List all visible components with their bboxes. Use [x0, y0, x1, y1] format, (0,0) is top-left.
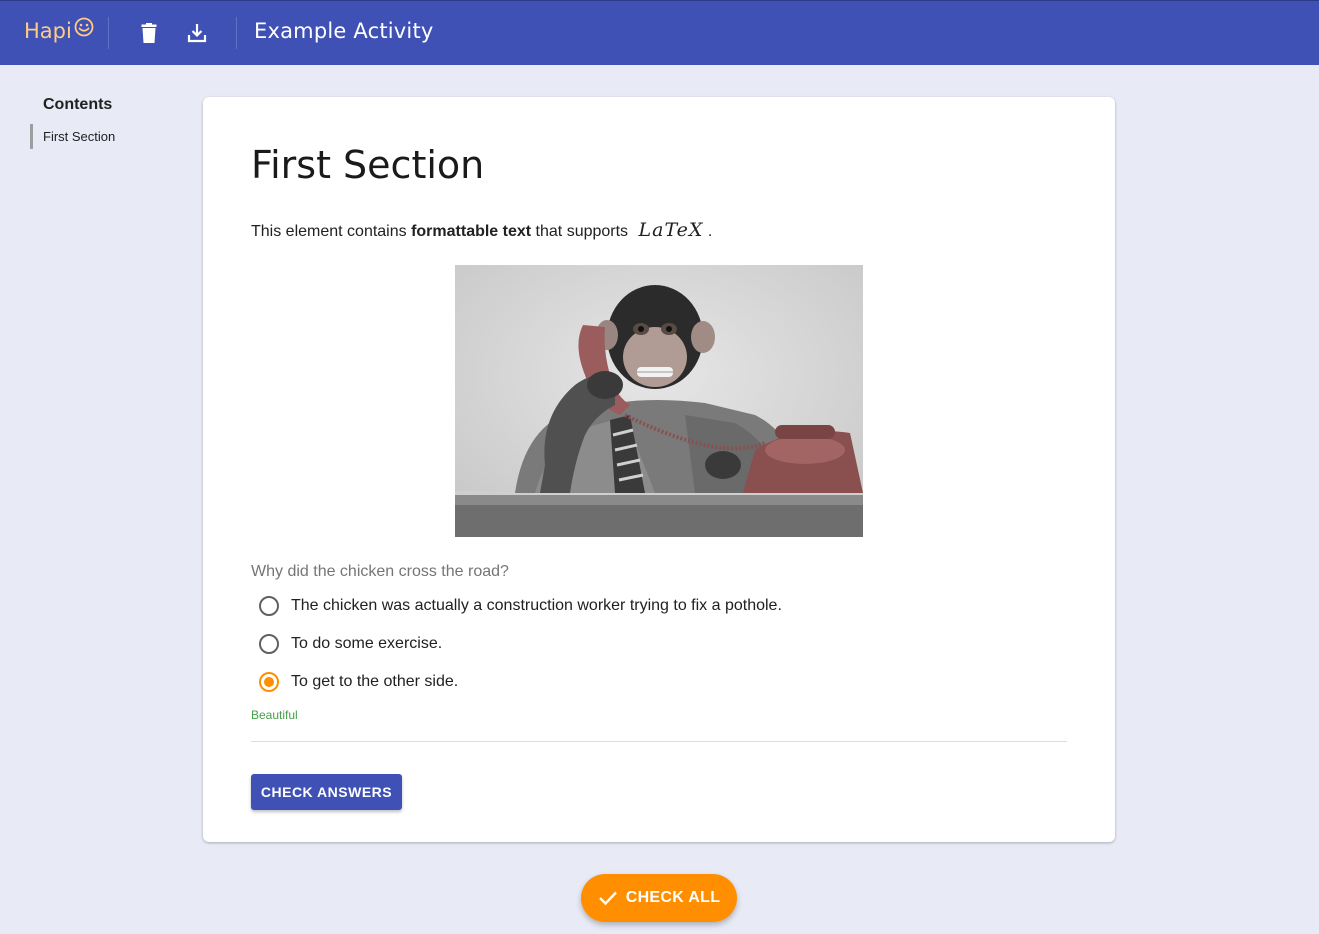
- download-icon: [187, 24, 207, 43]
- toolbar-divider: [236, 17, 237, 49]
- app-logo[interactable]: Hapi: [24, 17, 94, 43]
- answer-options: The chicken was actually a construction …: [259, 587, 782, 701]
- section-card: First Section This element contains form…: [203, 97, 1115, 842]
- toc-title: Contents: [43, 96, 113, 113]
- checkmark-icon: [598, 891, 617, 906]
- answer-option[interactable]: To do some exercise.: [259, 625, 782, 663]
- option-label: To do some exercise.: [291, 635, 443, 652]
- text-before: This element contains: [251, 223, 412, 240]
- radio-button[interactable]: [259, 596, 279, 616]
- radio-button[interactable]: [259, 634, 279, 654]
- option-label: The chicken was actually a construction …: [291, 597, 782, 614]
- divider: [251, 741, 1067, 742]
- question-text: Why did the chicken cross the road?: [251, 563, 509, 580]
- text-bold: formattable text: [411, 223, 532, 240]
- radio-button-checked[interactable]: [259, 672, 279, 692]
- logo-text: Hapi: [24, 19, 72, 43]
- text-after: that supports: [531, 223, 633, 240]
- smiley-face-icon: [74, 17, 94, 37]
- option-label: To get to the other side.: [291, 673, 459, 690]
- answer-feedback: Beautiful: [251, 708, 298, 722]
- section-title: First Section: [251, 143, 485, 187]
- answer-option-selected[interactable]: To get to the other side.: [259, 663, 782, 701]
- answer-option[interactable]: The chicken was actually a construction …: [259, 587, 782, 625]
- table-of-contents: Contents First Section: [30, 96, 180, 149]
- chimpanzee-telephone-image: [455, 265, 863, 537]
- check-all-button[interactable]: CHECK ALL: [581, 874, 737, 922]
- toolbar-divider: [108, 17, 109, 49]
- latex-formula: LaTeX: [638, 219, 704, 241]
- formatted-text: This element contains formattable text t…: [251, 219, 712, 241]
- toc-item-first-section[interactable]: First Section: [30, 124, 180, 149]
- check-all-label: CHECK ALL: [625, 889, 721, 906]
- activity-title: Example Activity: [254, 19, 434, 43]
- app-bar: Hapi Example Activity: [0, 0, 1319, 65]
- check-answers-button[interactable]: CHECK ANSWERS: [251, 774, 402, 810]
- download-button[interactable]: [181, 17, 213, 49]
- delete-button[interactable]: [133, 17, 165, 49]
- trash-icon: [141, 23, 157, 43]
- text-end: .: [707, 223, 713, 240]
